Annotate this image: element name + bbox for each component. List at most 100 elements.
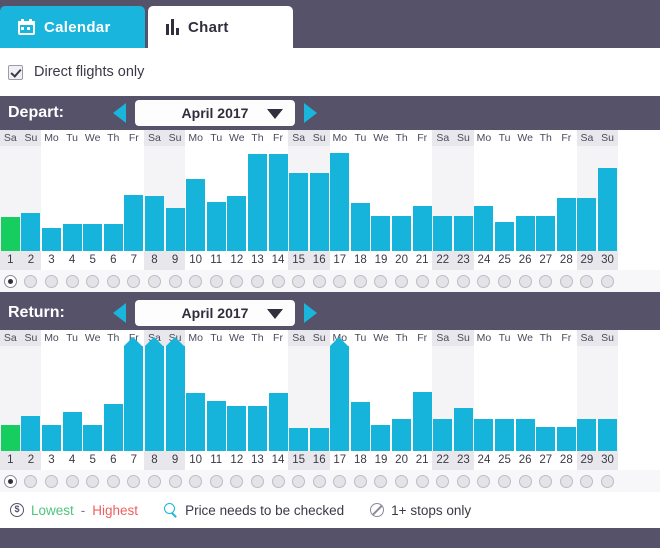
chart-column[interactable]: [535, 346, 557, 451]
price-bar[interactable]: [0, 425, 20, 451]
chart-column[interactable]: [350, 146, 371, 251]
chart-column[interactable]: [205, 346, 227, 451]
chart-column[interactable]: [226, 146, 248, 251]
chart-column[interactable]: [556, 346, 577, 451]
day-number[interactable]: 6: [102, 451, 124, 470]
day-radio-button[interactable]: [86, 274, 100, 288]
day-radio-cell[interactable]: [0, 274, 21, 288]
day-number[interactable]: 3: [41, 451, 62, 470]
chart-column[interactable]: [82, 346, 103, 451]
price-bar[interactable]: [392, 419, 412, 451]
price-bar[interactable]: [515, 216, 535, 251]
day-radio-cell[interactable]: [288, 274, 309, 288]
chart-column[interactable]: [123, 337, 145, 451]
price-bar[interactable]: [536, 216, 556, 251]
chart-column[interactable]: [370, 146, 392, 251]
day-radio-button[interactable]: [147, 274, 161, 288]
day-radio-cell[interactable]: [144, 474, 165, 488]
day-radio-button[interactable]: [374, 474, 388, 488]
day-radio-button[interactable]: [127, 274, 141, 288]
day-radio-cell[interactable]: [494, 274, 515, 288]
chart-column[interactable]: [123, 146, 145, 251]
day-radio-button[interactable]: [415, 274, 429, 288]
day-radio-button[interactable]: [333, 474, 347, 488]
day-number[interactable]: 2: [20, 451, 42, 470]
price-bar[interactable]: [268, 393, 288, 451]
chart-column[interactable]: [391, 146, 412, 251]
chart-column[interactable]: [61, 346, 83, 451]
day-radio-cell[interactable]: [123, 274, 145, 288]
day-number[interactable]: 5: [82, 251, 103, 270]
price-bar[interactable]: [165, 337, 185, 451]
chart-column[interactable]: [102, 346, 124, 451]
day-radio-cell[interactable]: [453, 474, 474, 488]
day-radio-cell[interactable]: [308, 474, 330, 488]
day-radio-button[interactable]: [127, 474, 141, 488]
chart-column[interactable]: [370, 346, 392, 451]
chart-column[interactable]: [41, 346, 62, 451]
day-radio-cell[interactable]: [535, 274, 557, 288]
day-number[interactable]: 5: [82, 451, 103, 470]
chart-column[interactable]: [0, 146, 21, 251]
day-radio-button[interactable]: [3, 274, 17, 288]
day-radio-button[interactable]: [456, 274, 470, 288]
price-bar[interactable]: [350, 203, 370, 251]
day-radio-cell[interactable]: [20, 474, 42, 488]
day-radio-button[interactable]: [518, 274, 532, 288]
day-number[interactable]: 14: [267, 251, 289, 270]
price-bar[interactable]: [556, 198, 576, 251]
price-bar[interactable]: [103, 224, 123, 251]
depart-prev-month-arrow[interactable]: [113, 103, 126, 123]
day-number[interactable]: 22: [432, 451, 454, 470]
day-radio-cell[interactable]: [494, 474, 515, 488]
price-bar[interactable]: [577, 198, 597, 251]
chart-column[interactable]: [308, 146, 330, 251]
price-bar[interactable]: [495, 222, 515, 251]
price-bar[interactable]: [289, 428, 309, 451]
day-number[interactable]: 4: [61, 451, 83, 470]
day-radio-button[interactable]: [209, 274, 223, 288]
chart-column[interactable]: [411, 346, 433, 451]
day-number[interactable]: 8: [144, 251, 165, 270]
day-radio-cell[interactable]: [350, 274, 371, 288]
price-bar[interactable]: [371, 425, 391, 451]
day-radio-button[interactable]: [168, 474, 182, 488]
day-radio-cell[interactable]: [247, 474, 268, 488]
day-radio-button[interactable]: [539, 274, 553, 288]
direct-flights-only-checkbox[interactable]: Direct flights only: [8, 64, 144, 80]
chart-column[interactable]: [597, 346, 618, 451]
chart-column[interactable]: [556, 146, 577, 251]
day-radio-cell[interactable]: [514, 274, 536, 288]
price-bar[interactable]: [62, 412, 82, 451]
day-radio-cell[interactable]: [411, 274, 433, 288]
price-bar[interactable]: [598, 419, 618, 451]
chart-column[interactable]: [597, 146, 618, 251]
day-radio-button[interactable]: [559, 274, 573, 288]
day-number[interactable]: 27: [535, 251, 557, 270]
price-bar[interactable]: [598, 168, 618, 251]
day-radio-button[interactable]: [24, 274, 38, 288]
depart-next-month-arrow[interactable]: [304, 103, 317, 123]
chart-column[interactable]: [576, 346, 598, 451]
day-radio-cell[interactable]: [61, 274, 83, 288]
day-number[interactable]: 29: [576, 451, 598, 470]
day-number[interactable]: 13: [247, 251, 268, 270]
day-radio-button[interactable]: [312, 274, 326, 288]
day-number[interactable]: 18: [350, 251, 371, 270]
day-number[interactable]: 22: [432, 251, 454, 270]
day-radio-cell[interactable]: [535, 474, 557, 488]
day-radio-button[interactable]: [250, 274, 264, 288]
day-radio-button[interactable]: [498, 274, 512, 288]
day-radio-cell[interactable]: [185, 474, 206, 488]
price-bar[interactable]: [412, 206, 432, 251]
day-number[interactable]: 9: [164, 251, 186, 270]
chart-column[interactable]: [494, 346, 515, 451]
day-radio-cell[interactable]: [144, 274, 165, 288]
day-number[interactable]: 13: [247, 451, 268, 470]
day-number[interactable]: 25: [494, 251, 515, 270]
day-number[interactable]: 19: [370, 451, 392, 470]
day-radio-button[interactable]: [580, 274, 594, 288]
chart-column[interactable]: [453, 146, 474, 251]
day-number[interactable]: 8: [144, 451, 165, 470]
day-number[interactable]: 27: [535, 451, 557, 470]
